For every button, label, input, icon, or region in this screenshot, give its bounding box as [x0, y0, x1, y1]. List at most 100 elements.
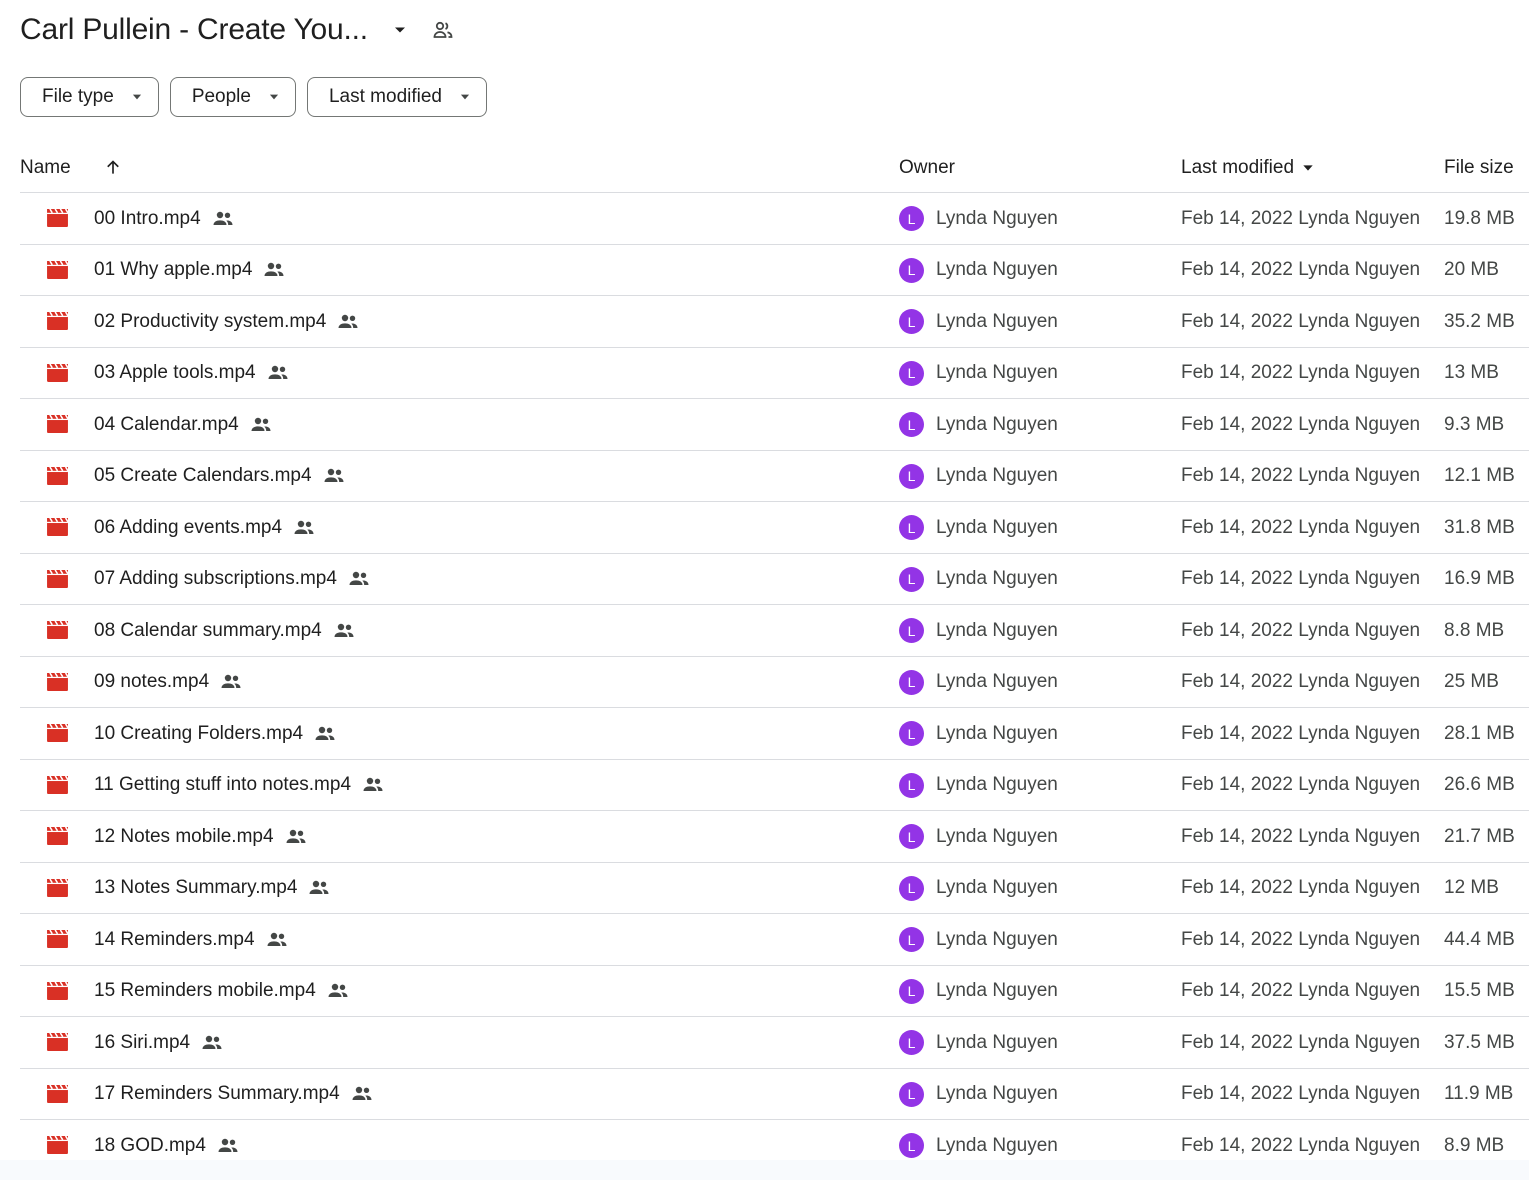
table-row[interactable]: 13 Notes Summary.mp4 L Lynda Nguyen Feb … — [20, 863, 1529, 914]
last-modified-cell: Feb 14, 2022 Lynda Nguyen — [1181, 619, 1421, 641]
table-row[interactable]: 07 Adding subscriptions.mp4 L Lynda Nguy… — [20, 554, 1529, 605]
people-outline-icon[interactable] — [428, 15, 458, 45]
file-name-cell: 03 Apple tools.mp4 — [94, 348, 290, 399]
video-file-icon — [46, 1017, 69, 1068]
file-size-cell: 19.8 MB — [1444, 207, 1515, 229]
file-name: 00 Intro.mp4 — [94, 207, 201, 229]
file-name-cell: 08 Calendar summary.mp4 — [94, 605, 356, 656]
avatar: L — [899, 978, 924, 1004]
file-name-cell: 16 Siri.mp4 — [94, 1017, 224, 1068]
file-size-cell: 20 MB — [1444, 259, 1499, 280]
filter-people[interactable]: People — [169, 77, 296, 117]
arrow-drop-down-icon — [267, 90, 281, 104]
video-file-icon — [46, 554, 69, 605]
last-modified-cell: Feb 14, 2022 Lynda Nguyen — [1181, 1083, 1421, 1104]
last-modified-cell: Feb 14, 2022 Lynda Nguyen — [1181, 207, 1421, 229]
file-name-cell: 07 Adding subscriptions.mp4 — [94, 554, 371, 605]
file-size-cell: 26.6 MB — [1444, 774, 1515, 795]
filter-label: Last modified — [328, 86, 442, 107]
arrow-drop-down-icon — [130, 90, 144, 104]
file-size-cell: 15.5 MB — [1444, 980, 1515, 1001]
column-header-file-size[interactable]: File size — [1444, 144, 1514, 192]
owner-name: Lynda Nguyen — [936, 877, 1058, 898]
shared-people-icon — [216, 1136, 240, 1156]
file-list: 00 Intro.mp4 L Lynda Nguyen Feb 14, 2022… — [20, 193, 1529, 1172]
last-modified-cell: Feb 14, 2022 Lynda Nguyen — [1181, 722, 1421, 744]
video-file-icon — [46, 245, 69, 296]
folder-header: Carl Pullein - Create You... — [20, 8, 458, 52]
arrow-upward-icon[interactable] — [100, 154, 126, 180]
file-size-cell: 13 MB — [1444, 362, 1499, 383]
last-modified-cell: Feb 14, 2022 Lynda Nguyen — [1181, 928, 1421, 950]
table-row[interactable]: 05 Create Calendars.mp4 L Lynda Nguyen F… — [20, 451, 1529, 502]
owner-name: Lynda Nguyen — [936, 516, 1058, 538]
file-size-cell: 16.9 MB — [1444, 568, 1515, 589]
shared-people-icon — [284, 827, 308, 847]
file-name: 03 Apple tools.mp4 — [94, 362, 256, 383]
table-row[interactable]: 17 Reminders Summary.mp4 L Lynda Nguyen … — [20, 1069, 1529, 1120]
owner-cell: L Lynda Nguyen — [899, 502, 1058, 553]
table-row[interactable]: 10 Creating Folders.mp4 L Lynda Nguyen F… — [20, 708, 1529, 760]
shared-people-icon — [200, 1033, 224, 1053]
file-name-cell: 12 Notes mobile.mp4 — [94, 811, 308, 862]
table-row[interactable]: 03 Apple tools.mp4 L Lynda Nguyen Feb 14… — [20, 348, 1529, 399]
owner-cell: L Lynda Nguyen — [899, 811, 1058, 862]
shared-people-icon — [336, 312, 360, 332]
last-modified-cell: Feb 14, 2022 Lynda Nguyen — [1181, 825, 1421, 847]
file-name-cell: 14 Reminders.mp4 — [94, 914, 289, 965]
column-header-last-modified[interactable]: Last modified — [1181, 144, 1316, 192]
shared-people-icon — [262, 260, 286, 280]
avatar: L — [899, 772, 924, 798]
filter-last-modified[interactable]: Last modified — [306, 77, 487, 117]
owner-name: Lynda Nguyen — [936, 362, 1058, 383]
owner-name: Lynda Nguyen — [936, 207, 1058, 229]
table-row[interactable]: 09 notes.mp4 L Lynda Nguyen Feb 14, 2022… — [20, 657, 1529, 708]
shared-people-icon — [350, 1084, 374, 1104]
table-row[interactable]: 01 Why apple.mp4 L Lynda Nguyen Feb 14, … — [20, 245, 1529, 296]
table-row[interactable]: 08 Calendar summary.mp4 L Lynda Nguyen F… — [20, 605, 1529, 657]
table-header: Name Owner Last modified File size — [20, 144, 1529, 193]
table-row[interactable]: 12 Notes mobile.mp4 L Lynda Nguyen Feb 1… — [20, 811, 1529, 863]
column-header-owner[interactable]: Owner — [899, 144, 955, 192]
table-row[interactable]: 04 Calendar.mp4 L Lynda Nguyen Feb 14, 2… — [20, 399, 1529, 451]
file-size-cell: 8.8 MB — [1444, 619, 1505, 641]
avatar: L — [899, 669, 924, 695]
file-size-cell: 12.1 MB — [1444, 465, 1515, 486]
table-row[interactable]: 11 Getting stuff into notes.mp4 L Lynda … — [20, 760, 1529, 811]
column-header-label: Last modified — [1181, 157, 1295, 178]
file-name: 05 Create Calendars.mp4 — [94, 465, 312, 486]
table-row[interactable]: 14 Reminders.mp4 L Lynda Nguyen Feb 14, … — [20, 914, 1529, 966]
owner-cell: L Lynda Nguyen — [899, 193, 1058, 244]
file-size-cell: 25 MB — [1444, 671, 1499, 692]
video-file-icon — [46, 708, 69, 759]
table-row[interactable]: 15 Reminders mobile.mp4 L Lynda Nguyen F… — [20, 966, 1529, 1017]
owner-cell: L Lynda Nguyen — [899, 399, 1058, 450]
file-name: 06 Adding events.mp4 — [94, 516, 283, 538]
file-size-cell: 37.5 MB — [1444, 1031, 1515, 1053]
owner-cell: L Lynda Nguyen — [899, 1017, 1058, 1068]
video-file-icon — [46, 1069, 69, 1120]
file-name-cell: 05 Create Calendars.mp4 — [94, 451, 346, 502]
arrow-drop-down-icon[interactable] — [386, 16, 414, 44]
table-row[interactable]: 00 Intro.mp4 L Lynda Nguyen Feb 14, 2022… — [20, 193, 1529, 245]
avatar: L — [899, 1030, 924, 1055]
file-size-cell: 44.4 MB — [1444, 928, 1515, 950]
file-name: 09 notes.mp4 — [94, 671, 210, 692]
owner-cell: L Lynda Nguyen — [899, 451, 1058, 502]
table-row[interactable]: 02 Productivity system.mp4 L Lynda Nguye… — [20, 296, 1529, 348]
table-row[interactable]: 16 Siri.mp4 L Lynda Nguyen Feb 14, 2022 … — [20, 1017, 1529, 1069]
file-size-cell: 12 MB — [1444, 877, 1499, 898]
filter-file-type[interactable]: File type — [20, 77, 159, 117]
table-row[interactable]: 06 Adding events.mp4 L Lynda Nguyen Feb … — [20, 502, 1529, 554]
video-file-icon — [46, 605, 69, 656]
file-size-cell: 11.9 MB — [1444, 1083, 1514, 1104]
owner-cell: L Lynda Nguyen — [899, 760, 1058, 811]
file-size-cell: 31.8 MB — [1444, 516, 1515, 538]
file-name-cell: 09 notes.mp4 — [94, 657, 243, 708]
file-name: 08 Calendar summary.mp4 — [94, 619, 322, 641]
folder-title[interactable]: Carl Pullein - Create You... — [20, 13, 368, 47]
file-name-cell: 17 Reminders Summary.mp4 — [94, 1069, 374, 1120]
column-header-name[interactable]: Name — [20, 144, 71, 192]
owner-name: Lynda Nguyen — [936, 310, 1058, 332]
avatar: L — [899, 927, 924, 952]
